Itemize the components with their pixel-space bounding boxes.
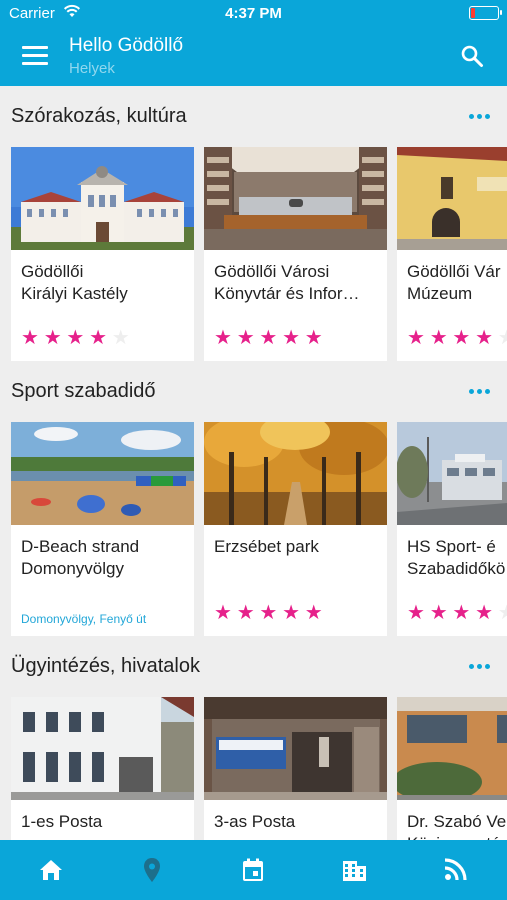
- tab-news[interactable]: [404, 840, 505, 900]
- star-filled-icon: ★: [304, 602, 323, 624]
- star-filled-icon: ★: [429, 602, 448, 624]
- star-filled-icon: ★: [43, 327, 62, 349]
- star-filled-icon: ★: [282, 602, 300, 624]
- section-entertainment-culture: Szórakozás, kultúra Gödöllői Királyi Kas…: [0, 86, 507, 361]
- star-filled-icon: ★: [214, 602, 232, 624]
- star-filled-icon: ★: [89, 327, 107, 349]
- section-title: Ügyintézés, hivatalok: [11, 655, 200, 677]
- star-empty-icon: ★: [497, 327, 507, 349]
- place-card[interactable]: 1-es Posta: [11, 697, 194, 840]
- star-rating: ★ ★ ★ ★ ★: [407, 328, 507, 348]
- star-filled-icon: ★: [304, 327, 323, 349]
- tab-offices[interactable]: [303, 840, 404, 900]
- section-title: Szórakozás, kultúra: [11, 105, 187, 127]
- place-photo: [204, 697, 387, 800]
- star-filled-icon: ★: [66, 327, 85, 349]
- place-card[interactable]: HS Sport- é Szabadidőkö ★ ★ ★ ★ ★: [397, 422, 507, 636]
- place-name: HS Sport- é Szabadidőkö: [407, 537, 506, 578]
- star-filled-icon: ★: [429, 327, 448, 349]
- calendar-icon: [243, 858, 263, 881]
- star-filled-icon: ★: [475, 602, 493, 624]
- hamburger-menu-icon[interactable]: [22, 46, 48, 66]
- place-photo: [204, 147, 387, 250]
- place-card[interactable]: Gödöllői Királyi Kastély ★ ★ ★ ★ ★: [11, 147, 194, 361]
- star-filled-icon: ★: [259, 602, 278, 624]
- status-bar: Carrier 4:37 PM: [0, 0, 507, 28]
- more-options-icon[interactable]: [469, 389, 491, 395]
- place-name: Gödöllői Vár Múzeum: [407, 262, 501, 303]
- star-filled-icon: ★: [452, 602, 471, 624]
- tab-places[interactable]: [101, 840, 202, 900]
- star-filled-icon: ★: [21, 327, 39, 349]
- place-card[interactable]: Gödöllői Városi Könyvtár és Infor… ★ ★ ★ ★ ★: [204, 147, 387, 361]
- star-filled-icon: ★: [236, 602, 255, 624]
- star-filled-icon: ★: [407, 327, 425, 349]
- app-header: Carrier 4:37 PM Hello Gödöllő Helyek: [0, 0, 507, 86]
- star-filled-icon: ★: [475, 327, 493, 349]
- star-rating: ★ ★ ★ ★ ★: [214, 328, 327, 348]
- place-photo: [397, 697, 507, 800]
- place-photo: [397, 147, 507, 250]
- star-filled-icon: ★: [236, 327, 255, 349]
- place-name: 3-as Posta: [214, 812, 296, 831]
- place-card[interactable]: D-Beach strand Domonyvölgy Domonyvölgy, …: [11, 422, 194, 636]
- star-empty-icon: ★: [497, 602, 507, 624]
- more-options-icon[interactable]: [469, 664, 491, 670]
- place-name: 1-es Posta: [21, 812, 103, 831]
- star-empty-icon: ★: [111, 327, 130, 349]
- place-name: Gödöllői Királyi Kastély: [21, 262, 128, 303]
- bottom-tab-bar: [0, 840, 507, 900]
- place-photo: [397, 422, 507, 525]
- battery-icon: [469, 6, 502, 20]
- place-photo: [11, 422, 194, 525]
- star-filled-icon: ★: [282, 327, 300, 349]
- place-card[interactable]: 3-as Posta: [204, 697, 387, 840]
- star-rating: ★ ★ ★ ★ ★: [21, 328, 134, 348]
- place-name: Gödöllői Városi Könyvtár és Infor…: [214, 262, 360, 303]
- tab-events[interactable]: [202, 840, 303, 900]
- star-rating: ★ ★ ★ ★ ★: [214, 603, 327, 623]
- content-scroll-area[interactable]: Szórakozás, kultúra Gödöllői Királyi Kas…: [0, 86, 507, 840]
- status-time: 4:37 PM: [225, 5, 282, 22]
- place-photo: [11, 147, 194, 250]
- star-filled-icon: ★: [214, 327, 232, 349]
- star-filled-icon: ★: [407, 602, 425, 624]
- place-card[interactable]: Dr. Szabó Ve Közigazgatá: [397, 697, 507, 840]
- card-carousel[interactable]: Gödöllői Királyi Kastély ★ ★ ★ ★ ★ Gödöllői …: [0, 147, 507, 361]
- place-name: Erzsébet park: [214, 537, 319, 556]
- place-photo: [204, 422, 387, 525]
- star-rating: ★ ★ ★ ★ ★: [407, 603, 507, 623]
- place-photo: [11, 697, 194, 800]
- place-location: Domonyvölgy, Fenyő út: [21, 612, 147, 626]
- section-title: Sport szabadidő: [11, 380, 156, 402]
- place-card[interactable]: Erzsébet park ★ ★ ★ ★ ★: [204, 422, 387, 636]
- place-card[interactable]: Gödöllői Vár Múzeum ★ ★ ★ ★ ★: [397, 147, 507, 361]
- card-carousel[interactable]: D-Beach strand Domonyvölgy Domonyvölgy, …: [0, 422, 507, 636]
- section-sport-leisure: Sport szabadidő D-Beach strand Domonyvöl…: [0, 361, 507, 636]
- search-icon[interactable]: [460, 44, 484, 68]
- page-title: Hello Gödöllő: [69, 35, 184, 56]
- place-name: D-Beach strand Domonyvölgy: [21, 537, 140, 578]
- place-name: Dr. Szabó Ve Közigazgatá: [407, 812, 507, 840]
- card-carousel[interactable]: 1-es Posta 3-as Posta Dr. Szabó Ve Közig…: [0, 697, 507, 840]
- tab-home[interactable]: [0, 840, 101, 900]
- star-filled-icon: ★: [452, 327, 471, 349]
- location-pin-icon: [144, 858, 160, 882]
- page-subtitle: Helyek: [69, 60, 115, 77]
- section-administration-offices: Ügyintézés, hivatalok 1-es Posta 3-as Po…: [0, 636, 507, 840]
- rss-feed-icon: [444, 858, 467, 881]
- more-options-icon[interactable]: [469, 114, 491, 120]
- home-icon: [40, 860, 62, 880]
- star-filled-icon: ★: [259, 327, 278, 349]
- building-icon: [343, 861, 366, 881]
